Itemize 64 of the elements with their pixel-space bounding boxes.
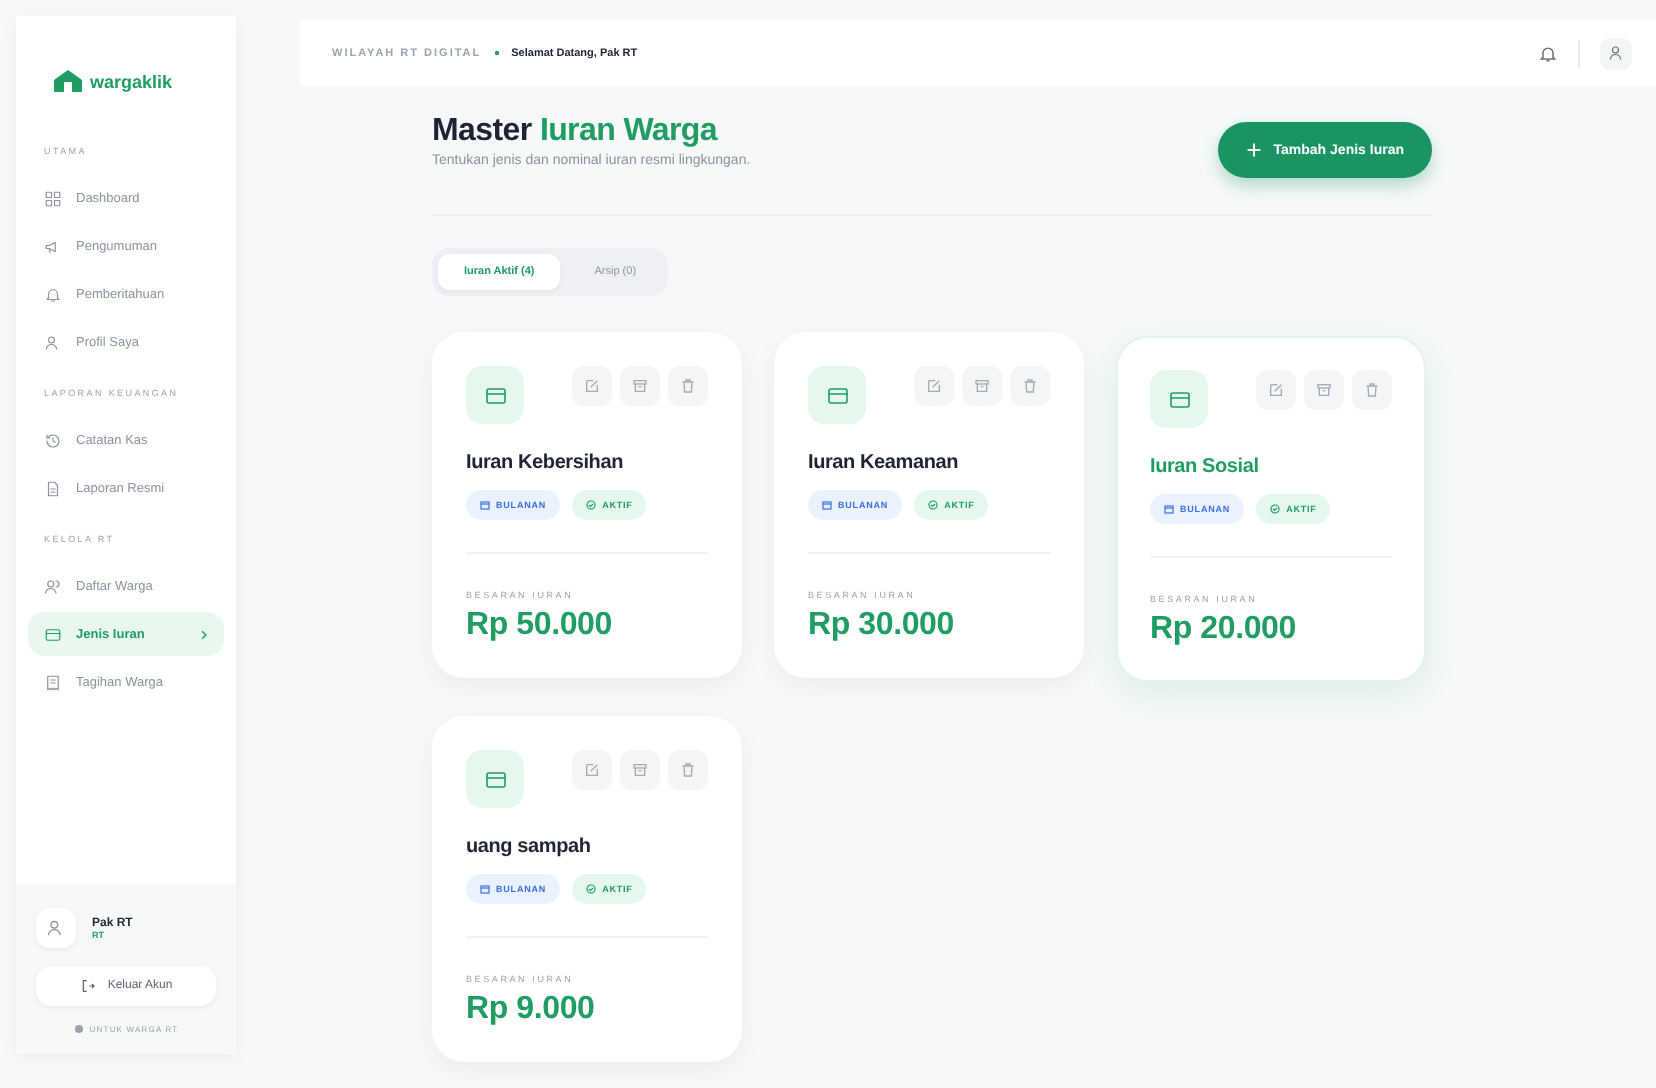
megaphone-icon bbox=[44, 237, 62, 255]
profile-button[interactable] bbox=[1600, 37, 1632, 69]
delete-button[interactable] bbox=[668, 366, 708, 406]
archive-button[interactable] bbox=[620, 750, 660, 790]
chevron-icon bbox=[200, 629, 208, 639]
separator-dot-icon bbox=[493, 50, 500, 56]
calendar-icon bbox=[822, 500, 832, 510]
bell-icon[interactable] bbox=[1538, 43, 1558, 63]
edit-icon bbox=[926, 378, 942, 394]
edit-button[interactable] bbox=[914, 366, 954, 406]
trash-icon bbox=[680, 378, 696, 394]
calendar-icon bbox=[1164, 504, 1174, 514]
house-logo-icon bbox=[52, 68, 84, 94]
logout-icon bbox=[79, 978, 96, 994]
check-circle-icon bbox=[586, 884, 597, 894]
check-circle-icon bbox=[586, 500, 597, 510]
plus-icon bbox=[1245, 142, 1262, 158]
fee-amount: Rp 30.000 bbox=[808, 608, 956, 644]
check-circle-icon bbox=[928, 500, 939, 510]
archive-button[interactable] bbox=[620, 366, 660, 406]
check-circle-icon bbox=[1270, 504, 1281, 514]
page-title: Master Iuran Warga bbox=[432, 114, 720, 150]
users-icon bbox=[44, 577, 62, 595]
edit-button[interactable] bbox=[572, 750, 612, 790]
edit-icon bbox=[1268, 382, 1284, 398]
card-icon bbox=[825, 383, 849, 407]
user-icon bbox=[46, 918, 66, 938]
card-icon bbox=[483, 767, 507, 791]
logo-text: wargaklik bbox=[90, 71, 173, 91]
archive-icon bbox=[632, 762, 648, 778]
archive-button[interactable] bbox=[1304, 370, 1344, 410]
user-icon bbox=[1607, 44, 1625, 62]
card-icon bbox=[1167, 387, 1191, 411]
bell-icon bbox=[44, 285, 62, 303]
trash-icon bbox=[1364, 382, 1380, 398]
archive-icon bbox=[1316, 382, 1332, 398]
calendar-icon bbox=[480, 884, 490, 894]
receipt-icon bbox=[44, 673, 62, 691]
card-icon bbox=[483, 383, 507, 407]
card-icon bbox=[44, 625, 62, 643]
trash-icon bbox=[1022, 378, 1038, 394]
delete-button[interactable] bbox=[668, 750, 708, 790]
edit-button[interactable] bbox=[1256, 370, 1296, 410]
fee-amount: Rp 20.000 bbox=[1150, 612, 1298, 648]
fee-name: uang sampah bbox=[466, 836, 593, 858]
delete-button[interactable] bbox=[1352, 370, 1392, 410]
trash-icon bbox=[680, 762, 696, 778]
archive-icon bbox=[632, 378, 648, 394]
fee-name: Iuran Keamanan bbox=[808, 452, 961, 474]
user-icon bbox=[44, 333, 62, 351]
edit-icon bbox=[584, 762, 600, 778]
document-icon bbox=[44, 479, 62, 497]
fee-name: Iuran Kebersihan bbox=[466, 452, 625, 474]
calendar-icon bbox=[480, 500, 490, 510]
edit-button[interactable] bbox=[572, 366, 612, 406]
archive-icon bbox=[974, 378, 990, 394]
history-icon bbox=[44, 431, 62, 449]
edit-icon bbox=[584, 378, 600, 394]
grid-icon bbox=[44, 189, 62, 207]
fee-amount: Rp 50.000 bbox=[466, 608, 614, 644]
archive-button[interactable] bbox=[962, 366, 1002, 406]
fee-amount: Rp 9.000 bbox=[466, 992, 597, 1028]
delete-button[interactable] bbox=[1010, 366, 1050, 406]
fee-name: Iuran Sosial bbox=[1150, 456, 1261, 478]
